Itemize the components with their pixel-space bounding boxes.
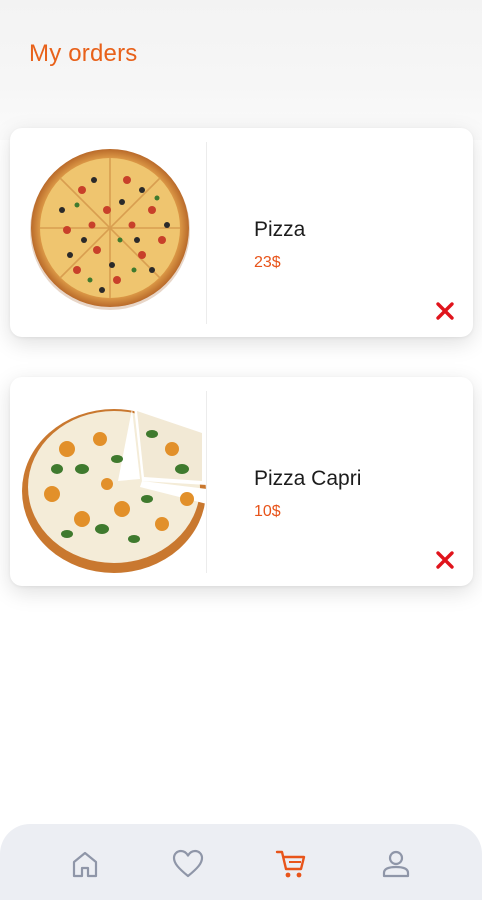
- pizza-sliced-image: [22, 407, 207, 573]
- card-divider: [206, 142, 207, 324]
- pizza-whole-image: [30, 149, 190, 310]
- card-divider: [206, 391, 207, 573]
- order-item-price: 10$: [254, 503, 281, 520]
- page-title: My orders: [29, 40, 138, 67]
- close-icon: [436, 551, 454, 569]
- heart-icon: [172, 849, 204, 878]
- close-icon: [436, 302, 454, 320]
- nav-profile[interactable]: [376, 846, 416, 882]
- header-background: [0, 0, 482, 140]
- nav-favorites[interactable]: [168, 846, 208, 882]
- cart-icon: [275, 850, 306, 878]
- order-item-name: Pizza: [254, 218, 306, 241]
- remove-order-button[interactable]: [430, 545, 460, 575]
- home-icon: [72, 851, 98, 878]
- order-card[interactable]: Pizza 23$: [10, 128, 473, 337]
- nav-cart[interactable]: [271, 846, 311, 882]
- bottom-nav: [0, 824, 482, 900]
- order-item-name: Pizza Capri: [254, 467, 362, 490]
- order-card[interactable]: Pizza Capri 10$: [10, 377, 473, 586]
- profile-icon: [382, 850, 410, 878]
- nav-home[interactable]: [65, 846, 105, 882]
- remove-order-button[interactable]: [430, 296, 460, 326]
- order-item-price: 23$: [254, 254, 281, 271]
